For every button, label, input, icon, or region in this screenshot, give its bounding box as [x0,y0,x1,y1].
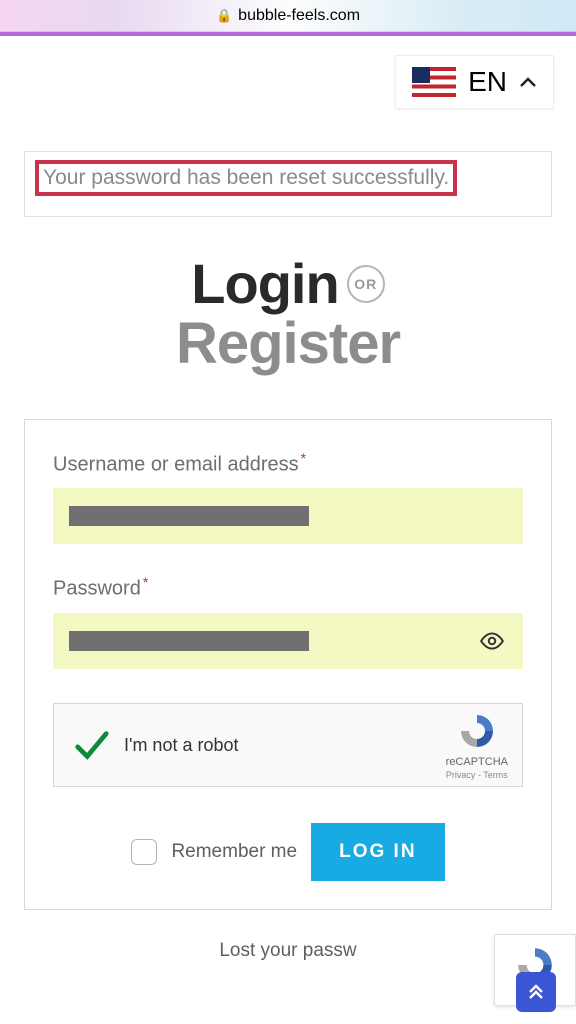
url-text: bubble-feels.com [238,7,360,25]
recaptcha-label: I'm not a robot [124,735,239,756]
login-form: Username or email address* Password* I'm… [24,419,552,910]
username-value-masked [69,506,309,526]
language-code: EN [468,66,507,98]
remember-label: Remember me [171,841,297,863]
login-button[interactable]: LOG IN [311,823,444,881]
password-value-masked [69,631,309,651]
recaptcha-logo-icon [457,711,497,751]
register-heading: Register [0,314,576,375]
checkmark-icon [72,726,110,764]
lock-icon: 🔒 [216,8,232,24]
recaptcha-branding: reCAPTCHA Privacy - Terms [446,711,508,780]
us-flag-icon [412,67,456,97]
progress-bar [0,32,576,36]
login-heading: Login [191,255,338,314]
eye-icon[interactable] [479,628,505,654]
alert-message: Your password has been reset successfull… [43,166,449,189]
password-label: Password* [53,574,523,601]
username-label: Username or email address* [53,450,523,477]
browser-address-bar: 🔒 bubble-feels.com [0,0,576,32]
chevron-double-up-icon [526,982,546,1002]
alert-container: Your password has been reset successfull… [24,151,552,217]
password-input[interactable] [53,613,523,669]
alert-highlight: Your password has been reset successfull… [35,160,457,196]
recaptcha-box[interactable]: I'm not a robot reCAPTCHA Privacy - Term… [53,703,523,787]
username-input[interactable] [53,488,523,544]
or-badge: OR [347,265,385,303]
page-heading: Login OR Register [0,255,576,375]
action-row: Remember me LOG IN [53,823,523,881]
language-selector[interactable]: EN [395,55,554,109]
chevron-up-icon [519,76,537,88]
lost-password-link[interactable]: Lost your passw [0,940,576,962]
remember-checkbox[interactable] [131,839,157,865]
scroll-top-button[interactable] [516,972,556,1012]
